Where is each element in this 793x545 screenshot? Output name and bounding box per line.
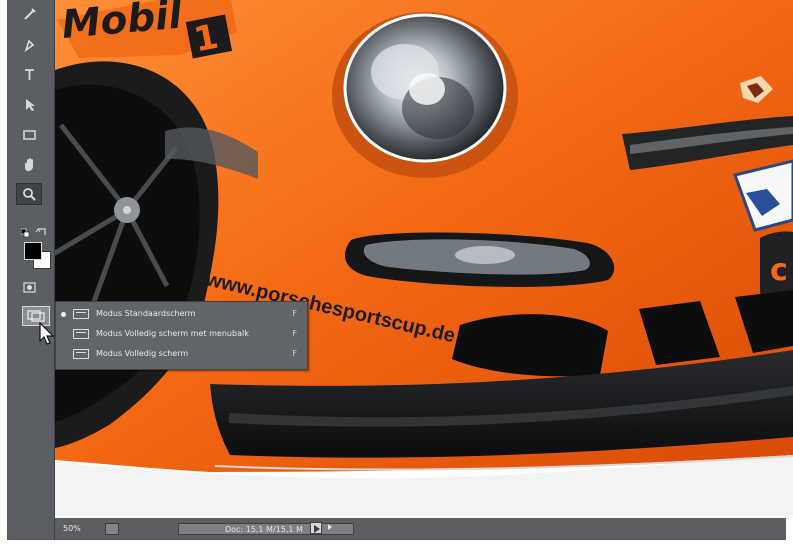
zoom-icon <box>22 187 37 202</box>
image-canvas[interactable]: Mobil 1 c www.porschesportscup.de <box>55 0 793 515</box>
foreground-color-swatch[interactable] <box>24 242 42 260</box>
menu-item-label: Modus Standaardscherm <box>96 309 196 318</box>
rectangle-icon <box>22 127 37 142</box>
menu-item-standard-screen[interactable]: Modus Standaardscherm F <box>56 305 305 323</box>
type-tool[interactable] <box>16 63 42 85</box>
status-icon[interactable] <box>105 523 119 535</box>
status-bar: 50% Doc: 15,1 M/15,1 M <box>55 518 786 540</box>
selected-indicator <box>61 312 66 317</box>
path-selection-tool[interactable] <box>16 93 42 115</box>
rectangle-tool[interactable] <box>16 123 42 145</box>
photoshop-window: Mobil 1 c www.porschesportscup.de Modus … <box>0 0 793 545</box>
menu-item-shortcut: F <box>292 329 297 338</box>
menu-item-label: Modus Volledig scherm <box>96 349 189 358</box>
type-icon <box>22 67 37 82</box>
pen-tool[interactable] <box>16 34 42 56</box>
color-controls <box>20 223 51 238</box>
hand-tool[interactable] <box>16 153 42 175</box>
menu-item-label: Modus Volledig scherm met menubalk <box>96 329 249 338</box>
mouse-cursor <box>39 321 57 346</box>
hand-icon <box>22 157 37 172</box>
quick-mask-icon <box>22 280 37 295</box>
quick-mask-button[interactable] <box>16 276 42 298</box>
path-selection-icon <box>22 97 37 112</box>
standard-screen-icon <box>73 309 89 319</box>
menu-item-shortcut: F <box>292 309 297 318</box>
eyedropper-tool[interactable] <box>16 3 42 25</box>
full-screen-icon <box>73 349 89 359</box>
full-screen-menubar-icon <box>73 329 89 339</box>
menu-item-full-screen-with-menubar[interactable]: Modus Volledig scherm met menubalk F <box>56 325 305 343</box>
zoom-tool[interactable] <box>16 183 42 205</box>
status-menu-button[interactable] <box>310 522 322 534</box>
porsche-photo: Mobil 1 c www.porschesportscup.de <box>55 0 793 515</box>
menu-item-full-screen[interactable]: Modus Volledig scherm F <box>56 345 305 363</box>
screen-mode-menu: Modus Standaardscherm F Modus Volledig s… <box>55 301 308 370</box>
eyedropper-icon <box>22 7 37 22</box>
menu-item-shortcut: F <box>292 349 297 358</box>
svg-text:c: c <box>770 253 788 288</box>
pen-icon <box>22 38 37 53</box>
status-menu-arrow-icon <box>328 524 332 530</box>
tools-panel <box>7 0 55 540</box>
zoom-level[interactable]: 50% <box>63 524 81 533</box>
